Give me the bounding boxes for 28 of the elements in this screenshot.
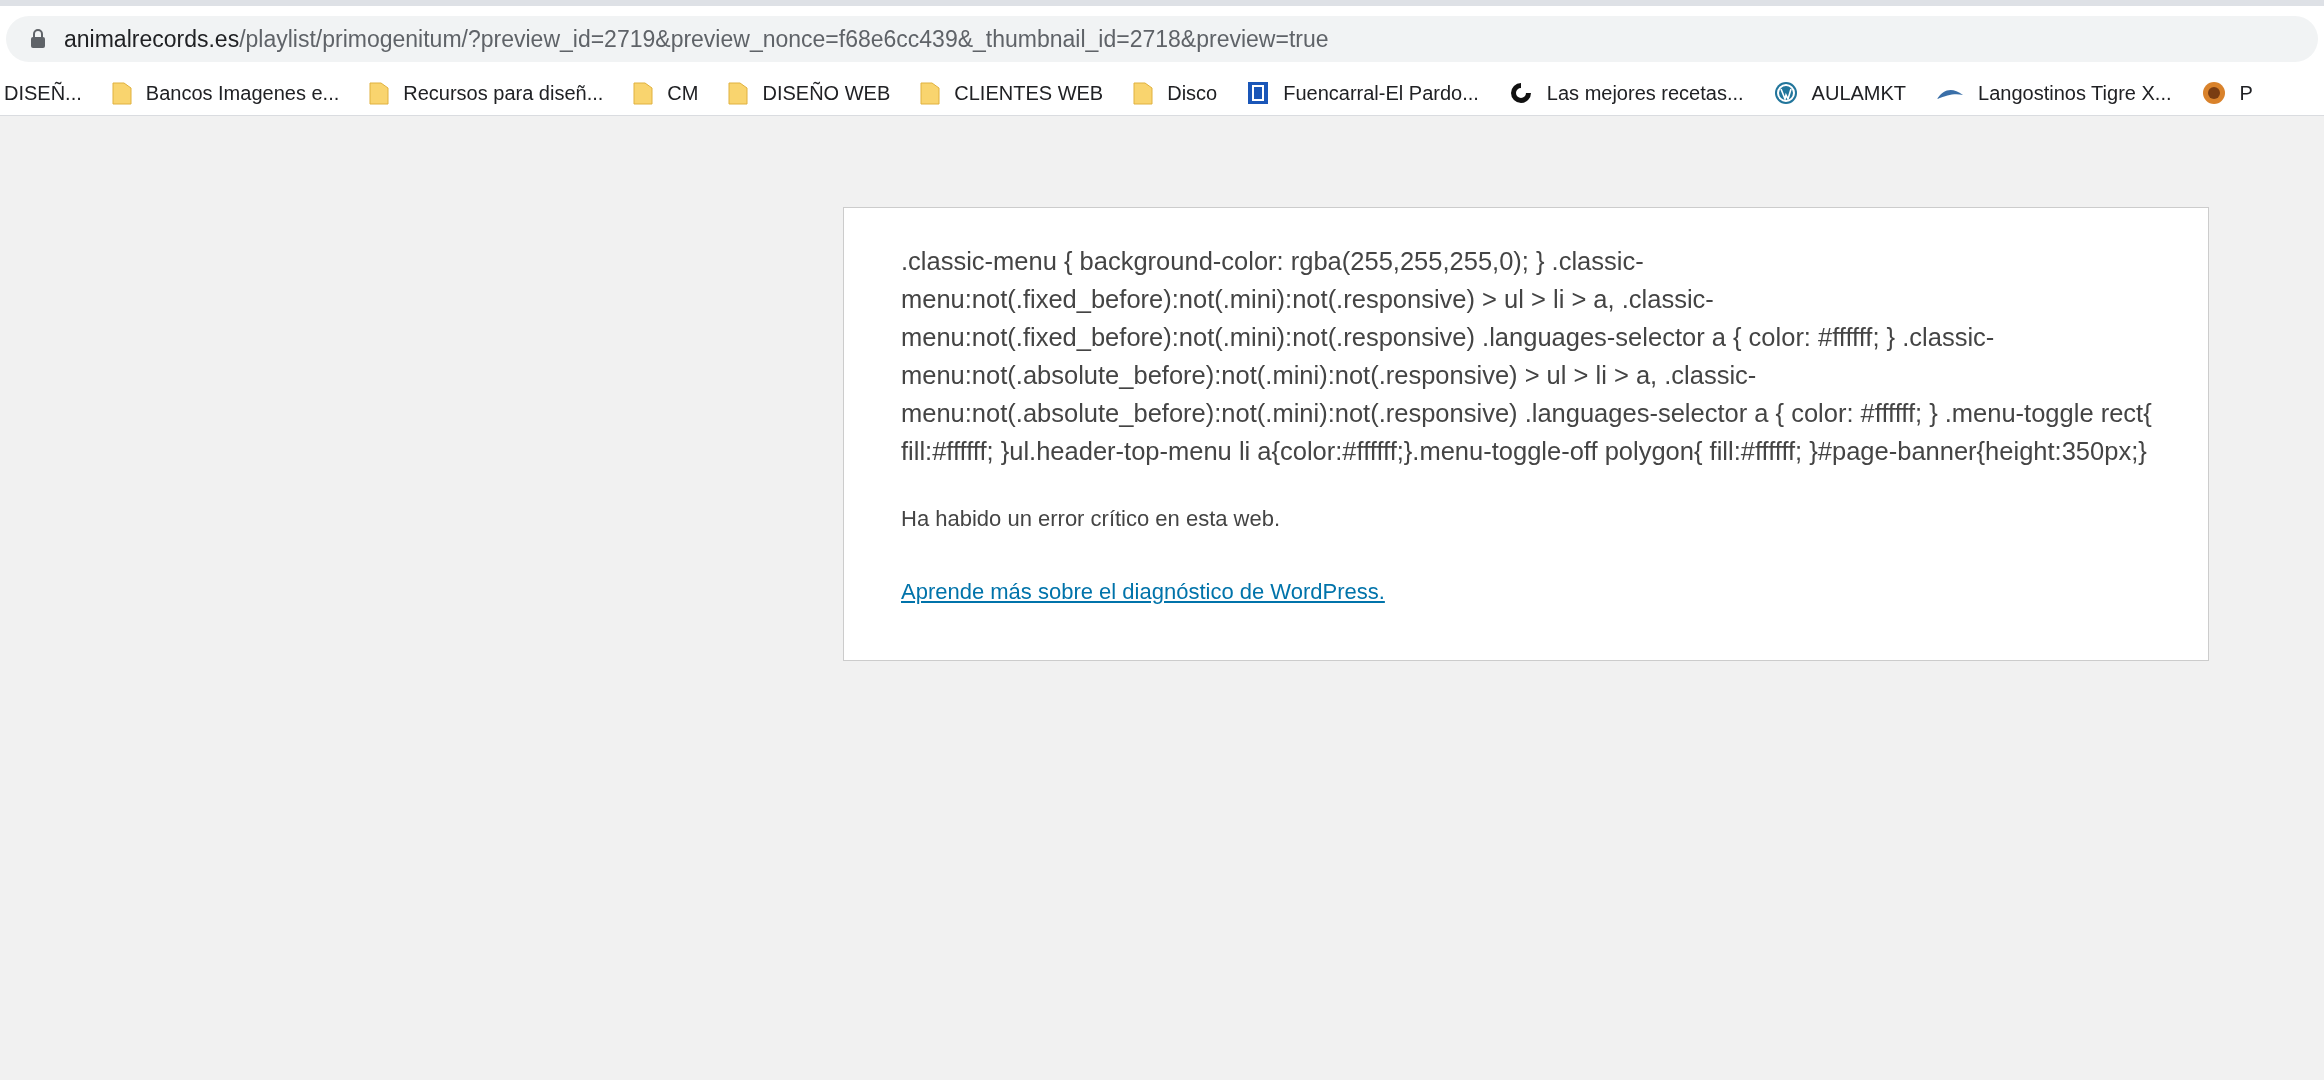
folder-icon	[1133, 80, 1154, 105]
bookmark[interactable]: Las mejores recetas...	[1508, 77, 1744, 108]
folder-icon	[111, 80, 132, 105]
address-bar[interactable]: animalrecords.es/playlist/primogenitum/?preview_id=2719&preview_nonce=f68e6cc439&_thumbnail_id=2718&preview=true	[6, 16, 2318, 62]
bookmark[interactable]: Fuencarral-El Pardo...	[1247, 77, 1479, 108]
bookmark[interactable]: AULAMKT	[1773, 77, 1907, 108]
folder-icon	[920, 80, 941, 105]
bookmark[interactable]: Bancos Imagenes e...	[111, 77, 340, 108]
lock-icon	[30, 29, 46, 49]
wordpress-logo-icon	[1773, 80, 1798, 105]
bookmark[interactable]: CM	[633, 77, 699, 108]
shield-icon	[1247, 80, 1270, 105]
round-logo-icon	[2201, 80, 2226, 105]
bookmark[interactable]: CLIENTES WEB	[920, 77, 1104, 108]
folder-icon	[633, 80, 654, 105]
error-message: Ha habido un error crítico en esta web.	[901, 505, 1282, 533]
bookmark[interactable]: DISEÑ...	[0, 77, 82, 108]
wordpress-help-link[interactable]: Aprende más sobre el diagnóstico de WordPress.	[901, 575, 1385, 608]
bookmark[interactable]: Recursos para diseñ...	[369, 77, 604, 108]
swirl-logo-icon	[1508, 80, 1533, 105]
bookmark[interactable]: Langostinos Tigre X...	[1936, 77, 2172, 108]
folder-icon	[369, 80, 390, 105]
folder-icon	[728, 80, 749, 105]
bookmark[interactable]: Disco	[1133, 77, 1218, 108]
url-text: animalrecords.es/playlist/primogenitum/?preview_id=2719&preview_nonce=f68e6cc439&_thumbnail_id=2718&preview=true	[64, 24, 1329, 54]
bookmark[interactable]: P	[2201, 77, 2253, 108]
css-code-text: .classic-menu { background-color: rgba(255,255,255,0); } .classic-menu:not(.fixed_before):not(.mini):not(.responsive) > ul > li > a, .classic-menu:not(.fixed_before):not(.mini):not(.responsive) .languages-selector a { color: #ffffff; } .classic-menu:not(.absolute_before):not(.mini):not(.responsive) > ul > li > a, .classic-menu:not(.absolute_before):not(.mini):not(.responsive) .languages-selector a { color: #ffffff; } .menu-toggle rect{ fill:#ffffff; }ul.header-top-menu li a{color:#ffffff;}.menu-toggle-off polygon{ fill:#ffffff; }#page-banner{height:350px;}	[901, 246, 2153, 467]
bookmark[interactable]: DISEÑO WEB	[728, 77, 891, 108]
